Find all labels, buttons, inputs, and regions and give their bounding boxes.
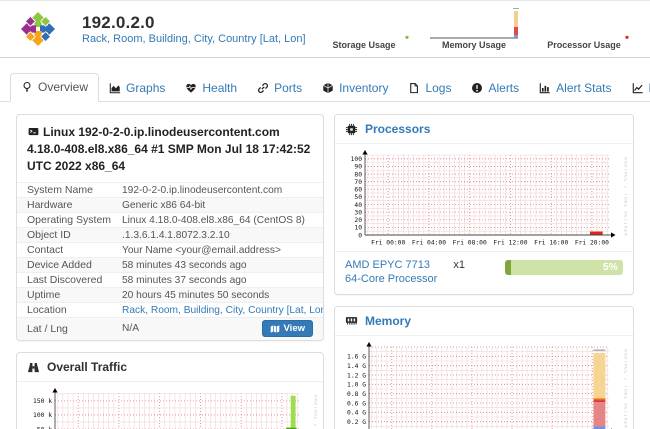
server-icon — [27, 125, 43, 139]
svg-text:50: 50 — [354, 194, 362, 201]
memory-header[interactable]: Memory — [335, 307, 633, 336]
view-location-button[interactable]: View — [262, 320, 313, 337]
sparkline-memory-usage[interactable]: Memory Usage — [426, 8, 522, 50]
svg-text:100 k: 100 k — [33, 413, 52, 420]
processors-header[interactable]: Processors — [335, 115, 633, 144]
processors-panel: Processors 0102030405060708090100 Fri 00:… — [334, 114, 634, 295]
sparkline-label: Memory Usage — [426, 40, 522, 50]
tab-health[interactable]: Health — [175, 75, 247, 102]
system-info-table: System Name 192-0-2-0.ip.linodeuserconte… — [17, 182, 323, 340]
cube-icon — [322, 82, 334, 94]
table-row: Object ID .1.3.6.1.4.1.8072.3.2.10 — [17, 227, 323, 242]
table-row: Contact Your Name <your@email.address> — [17, 242, 323, 257]
overview-content: Linux 192-0-2-0.ip.linodeusercontent.com… — [0, 102, 650, 429]
tab-logs[interactable]: Logs — [398, 75, 461, 102]
cpu-usage-bar: 5% — [505, 260, 623, 275]
svg-text:1.0 G: 1.0 G — [347, 381, 366, 388]
lightbulb-icon — [21, 81, 33, 93]
svg-text:0: 0 — [358, 232, 362, 239]
processors-title: Processors — [365, 122, 430, 136]
sparkline-label: Storage Usage — [316, 40, 412, 50]
table-row: Lat / Lng N/A View — [17, 317, 323, 340]
memory-icon — [345, 314, 358, 327]
svg-text:150 k: 150 k — [33, 399, 52, 406]
cpu-count: x1 — [453, 259, 465, 271]
files-icon — [408, 82, 420, 94]
microchip-icon — [345, 123, 358, 136]
tab-graphs[interactable]: Graphs — [99, 75, 175, 102]
sparkline-label: Processor Usage — [536, 40, 632, 50]
table-row: Last Discovered 58 minutes 37 seconds ag… — [17, 272, 323, 287]
overall-traffic-header: Overall Traffic — [17, 353, 323, 382]
cpu-usage-fill — [505, 260, 511, 275]
table-row: Operating System Linux 4.18.0-408.el8.x8… — [17, 212, 323, 227]
tab-bar: Overview Graphs Health Ports Inventory L… — [0, 71, 650, 102]
centos-logo-icon — [18, 9, 58, 49]
system-info-panel: Linux 192-0-2-0.ip.linodeusercontent.com… — [16, 114, 324, 341]
svg-text:0.6 G: 0.6 G — [347, 400, 366, 407]
svg-text:0.4 G: 0.4 G — [347, 409, 366, 416]
svg-text:RRDTOOL / TOBI OETIKER: RRDTOOL / TOBI OETIKER — [623, 157, 628, 237]
memory-title: Memory — [365, 314, 411, 328]
table-row: Uptime 20 hours 45 minutes 50 seconds — [17, 287, 323, 302]
table-row: Device Added 58 minutes 43 seconds ago — [17, 257, 323, 272]
svg-text:70: 70 — [354, 179, 362, 186]
device-header: 192.0.2.0 Rack, Room, Building, City, Co… — [0, 0, 650, 58]
chart-area-icon — [109, 82, 121, 94]
sparkline-storage-usage[interactable]: Storage Usage — [316, 8, 412, 50]
svg-text:0.2 G: 0.2 G — [347, 419, 366, 426]
tab-overview[interactable]: Overview — [10, 73, 99, 102]
svg-text:90: 90 — [354, 164, 362, 171]
svg-text:30: 30 — [354, 209, 362, 216]
cpu-row: AMD EPYC 7713 64-Core Processor x1 5% — [335, 251, 633, 294]
table-row: System Name 192-0-2-0.ip.linodeuserconte… — [17, 182, 323, 197]
table-row: Location Rack, Room, Building, City, Cou… — [17, 302, 323, 317]
cpu-usage-percent: 5% — [603, 260, 618, 275]
sparkline-processor-usage[interactable]: Processor Usage — [536, 8, 632, 50]
svg-text:1.6 G: 1.6 G — [347, 353, 366, 360]
link-icon — [257, 82, 269, 94]
svg-text:1.4 G: 1.4 G — [347, 363, 366, 370]
svg-text:Fri 04:00: Fri 04:00 — [412, 240, 446, 247]
svg-text:60: 60 — [354, 187, 362, 194]
svg-text:10: 10 — [354, 225, 362, 232]
tab-inventory[interactable]: Inventory — [312, 75, 398, 102]
tab-alert-stats[interactable]: Alert Stats — [529, 75, 621, 102]
processors-graph[interactable]: 0102030405060708090100 Fri 00:00 Fri 04:00… — [335, 144, 633, 251]
svg-text:Fri 00:00: Fri 00:00 — [371, 240, 405, 247]
device-title-block: 192.0.2.0 Rack, Room, Building, City, Co… — [82, 12, 306, 47]
svg-text:Fri 12:00: Fri 12:00 — [493, 240, 527, 247]
svg-text:100: 100 — [351, 156, 363, 163]
device-location-link[interactable]: Rack, Room, Building, City, Country [Lat… — [82, 33, 306, 47]
svg-text:80: 80 — [354, 171, 362, 178]
overall-traffic-title: Overall Traffic — [47, 360, 127, 374]
alert-circle-icon — [471, 82, 483, 94]
overall-traffic-graph[interactable]: 050 k100 k150 kFri 00:00Fri 04:00Fri 08:… — [17, 382, 323, 429]
device-title: 192.0.2.0 — [82, 12, 306, 33]
svg-text:Fri 20:00: Fri 20:00 — [575, 240, 609, 247]
svg-text:RRDTOOL / TOBI OETIKER: RRDTOOL / TOBI OETIKER — [313, 395, 318, 429]
cpu-name-link[interactable]: AMD EPYC 7713 64-Core Processor — [345, 258, 437, 287]
svg-text:Fri 08:00: Fri 08:00 — [453, 240, 487, 247]
chart-bar-icon — [539, 82, 551, 94]
tab-ports[interactable]: Ports — [247, 75, 312, 102]
memory-panel: Memory 0.00.2 G0.4 G0.6 G0.8 G1.0 G1.2 G… — [334, 306, 634, 429]
tab-alerts[interactable]: Alerts — [461, 75, 529, 102]
svg-text:Fri 16:00: Fri 16:00 — [534, 240, 568, 247]
memory-graph[interactable]: 0.00.2 G0.4 G0.6 G0.8 G1.0 G1.2 G1.4 G1.… — [335, 336, 633, 429]
table-row: Hardware Generic x86 64-bit — [17, 197, 323, 212]
usage-sparklines: Storage Usage Memory Usage Processor Usage — [316, 8, 638, 50]
system-kernel-string: Linux 192-0-2-0.ip.linodeusercontent.com… — [17, 124, 323, 174]
svg-text:40: 40 — [354, 202, 362, 209]
svg-text:RRDTOOL / TOBI OETIKER: RRDTOOL / TOBI OETIKER — [623, 349, 628, 429]
binoculars-icon — [27, 361, 40, 374]
overall-traffic-panel: Overall Traffic 050 k100 k150 kFri 00:00… — [16, 352, 324, 429]
svg-text:0.8 G: 0.8 G — [347, 391, 366, 398]
svg-text:20: 20 — [354, 217, 362, 224]
tab-latency[interactable]: Latency — [622, 75, 650, 102]
chart-line-icon — [632, 82, 644, 94]
heartbeat-icon — [185, 82, 197, 94]
svg-text:1.2 G: 1.2 G — [347, 372, 366, 379]
